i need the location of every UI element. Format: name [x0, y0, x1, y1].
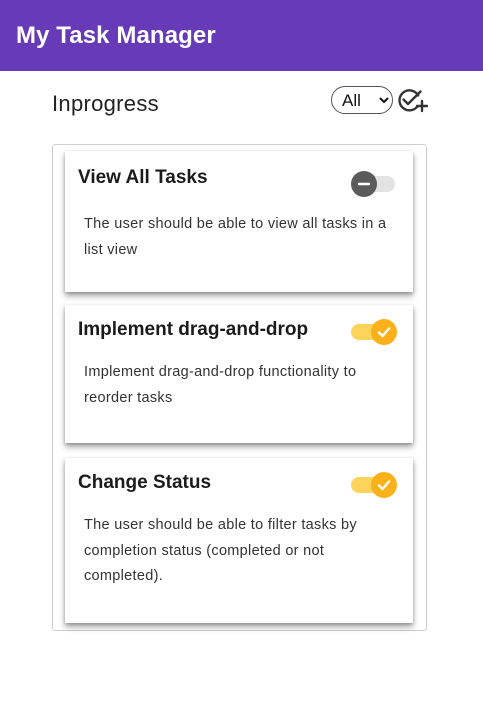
- add-task-check-icon[interactable]: [398, 86, 429, 114]
- app-title: My Task Manager: [16, 21, 216, 49]
- task-card: View All Tasks The user should be able t…: [65, 151, 413, 292]
- task-title: Change Status: [78, 472, 212, 493]
- task-description: The user should be able to view all task…: [84, 216, 387, 258]
- section-title: Inprogress: [52, 91, 159, 116]
- task-description: The user should be able to filter tasks …: [84, 517, 357, 584]
- task-title: Implement drag-and-drop: [78, 319, 309, 340]
- checkmark-icon: [371, 472, 397, 498]
- task-status-toggle[interactable]: [351, 319, 397, 345]
- task-title: View All Tasks: [78, 167, 208, 188]
- status-filter-select[interactable]: All: [331, 86, 393, 114]
- minus-icon: [351, 171, 377, 197]
- task-status-toggle[interactable]: [351, 171, 397, 197]
- task-list: View All Tasks The user should be able t…: [52, 144, 427, 631]
- task-card: Implement drag-and-drop Implement drag-a…: [65, 305, 413, 443]
- task-description: Implement drag-and-drop functionality to…: [84, 364, 357, 406]
- app-bar: My Task Manager: [0, 0, 483, 71]
- checkmark-icon: [371, 319, 397, 345]
- task-card: Change Status The user should be able to…: [65, 458, 413, 623]
- task-status-toggle[interactable]: [351, 472, 397, 498]
